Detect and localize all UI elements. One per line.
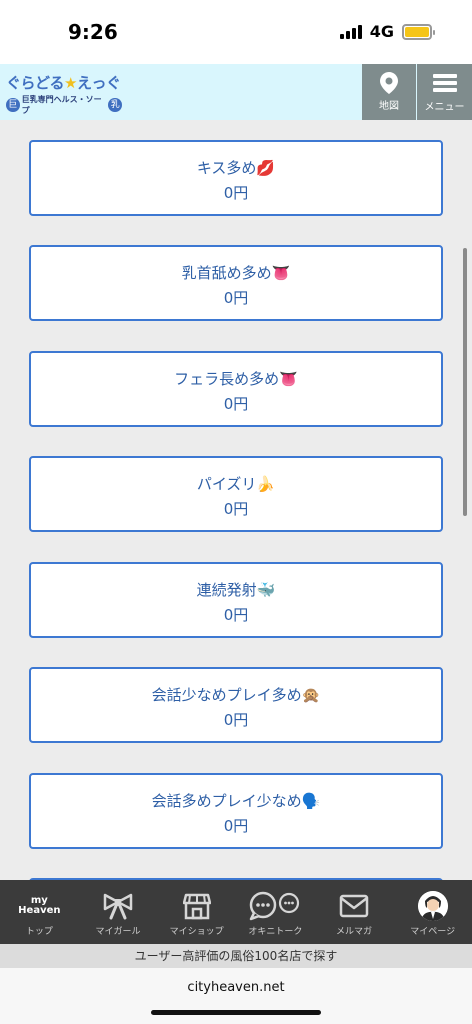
option-card[interactable]: フェラ長め多め👅 0円	[29, 351, 443, 427]
option-card[interactable]: 連続発射🐳 0円	[29, 562, 443, 638]
nav-label: トップ	[25, 927, 53, 937]
logo-title-a: ぐらどる	[6, 74, 65, 92]
scrollbar[interactable]	[463, 248, 467, 516]
option-title: 乳首舐め多め👅	[181, 264, 291, 282]
option-price: 0円	[223, 184, 249, 202]
nav-label: メルマガ	[336, 927, 373, 937]
nav-item-my-shop[interactable]: マイショップ	[157, 880, 236, 944]
option-card[interactable]: 会話少なめプレイ多め🙊 0円	[29, 667, 443, 743]
home-indicator[interactable]	[151, 1010, 321, 1015]
nav-item-mail-magazine[interactable]: メルマガ	[315, 880, 394, 944]
network-type: 4G	[369, 22, 394, 41]
map-label: 地図	[379, 101, 399, 112]
option-title: パイズリ🍌	[196, 475, 276, 493]
option-price: 0円	[223, 395, 249, 413]
option-price: 0円	[223, 500, 249, 518]
option-title: 会話多めプレイ少なめ🗣️	[151, 792, 321, 810]
option-list[interactable]: キス多め💋 0円 乳首舐め多め👅 0円 フェラ長め多め👅 0円 パイズリ🍌 0円…	[0, 120, 472, 880]
option-title: 会話少なめプレイ多め🙊	[151, 686, 321, 704]
option-card[interactable]: キス多め💋 0円	[29, 140, 443, 216]
chat-bubbles-icon	[249, 890, 301, 922]
status-time: 9:26	[68, 20, 118, 44]
signal-icon	[339, 24, 362, 39]
ribbon-icon	[102, 890, 134, 922]
logo-title-b: えっぐ	[76, 74, 121, 92]
nav-item-my-girl[interactable]: マイガール	[79, 880, 158, 944]
browser-url-bar[interactable]: cityheaven.net	[0, 968, 472, 1024]
avatar-icon	[417, 891, 448, 921]
my-heaven-logo-b: Heaven	[18, 905, 61, 916]
promo-banner[interactable]: ユーザー高評価の風俗100名店で探す	[0, 944, 472, 968]
site-header: ぐらどる★えっぐ 巨 巨乳専門ヘルス・ソープ 乳 地図 メニュー	[0, 64, 472, 120]
battery-icon	[402, 23, 435, 40]
option-price: 0円	[223, 606, 249, 624]
status-bar: 9:26 4G	[0, 0, 472, 64]
logo-badge-right: 乳	[108, 98, 123, 112]
map-pin-icon	[380, 72, 398, 94]
menu-button[interactable]: メニュー	[417, 64, 472, 120]
mail-icon	[339, 890, 369, 922]
menu-label: メニュー	[424, 102, 465, 113]
nav-item-top[interactable]: my Heaven トップ	[0, 880, 79, 944]
option-card[interactable]: 乳首舐め多め👅 0円	[29, 245, 443, 321]
logo-badge-left: 巨	[6, 98, 20, 112]
option-title: フェラ長め多め👅	[174, 370, 298, 388]
nav-label: オキニトーク	[248, 927, 303, 937]
nav-label: マイページ	[410, 927, 456, 937]
hamburger-icon	[432, 71, 457, 95]
option-card[interactable]: 会話多めプレイ少なめ🗣️ 0円	[29, 773, 443, 849]
logo-subtitle: 巨乳専門ヘルス・ソープ	[21, 95, 102, 115]
option-price: 0円	[223, 289, 249, 307]
option-card[interactable]: パイズリ🍌 0円	[29, 456, 443, 532]
option-price: 0円	[223, 817, 249, 835]
url-text: cityheaven.net	[187, 980, 285, 995]
nav-item-okini-talk[interactable]: オキニトーク	[236, 880, 315, 944]
shop-icon	[182, 890, 211, 922]
site-logo[interactable]: ぐらどる★えっぐ 巨 巨乳専門ヘルス・ソープ 乳	[6, 74, 123, 115]
my-heaven-icon: my Heaven	[18, 890, 60, 922]
option-title: キス多め💋	[196, 159, 276, 177]
status-indicators: 4G	[339, 22, 435, 41]
option-price: 0円	[223, 711, 249, 729]
logo-star: ★	[64, 74, 77, 92]
map-button[interactable]: 地図	[362, 64, 416, 120]
nav-item-my-page[interactable]: マイページ	[393, 880, 472, 944]
nav-label: マイショップ	[169, 927, 224, 937]
bottom-nav: my Heaven トップ マイガール マイショップ オキニトーク メルマガ マ…	[0, 880, 472, 944]
option-title: 連続発射🐳	[196, 581, 276, 599]
nav-label: マイガール	[95, 927, 141, 937]
